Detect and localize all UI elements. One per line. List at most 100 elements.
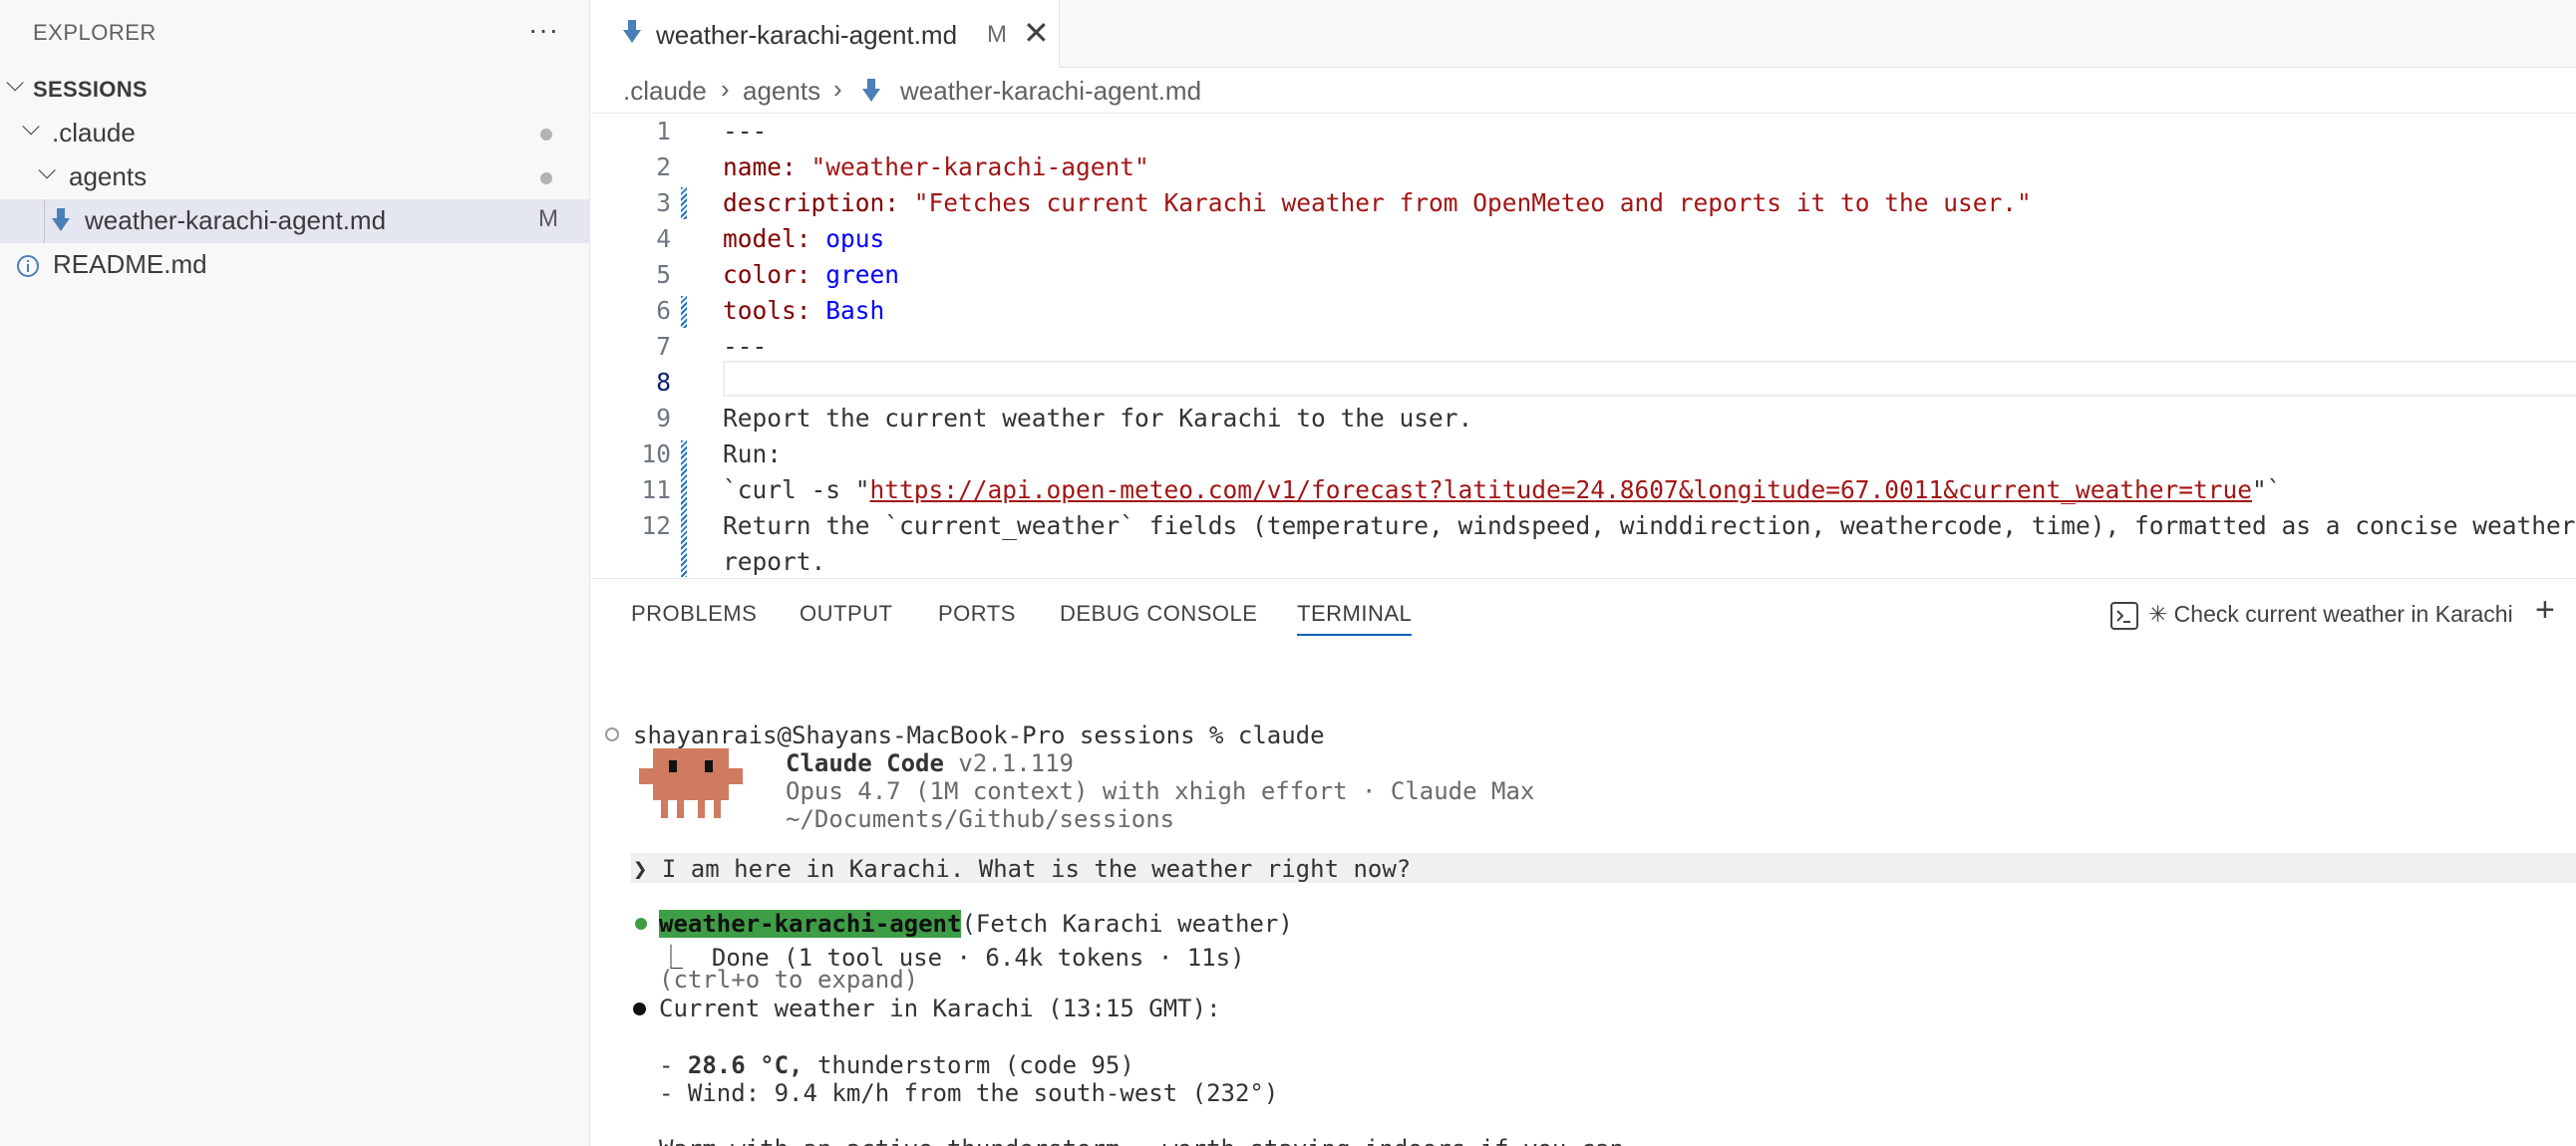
- terminal-session-title[interactable]: ✳ Check current weather in Karachi: [2148, 601, 2513, 628]
- gutter-change-marker: [681, 440, 687, 577]
- condition-text: thunderstorm (code 95): [803, 1051, 1134, 1079]
- code-line: `curl -s "https://api.open-meteo.com/v1/…: [723, 475, 2282, 504]
- current-line-highlight: [723, 361, 2576, 397]
- tab-label: weather-karachi-agent.md: [656, 20, 958, 50]
- tree-folder-claude[interactable]: ⌵ .claude: [0, 112, 590, 155]
- tree-item-label: weather-karachi-agent.md: [85, 205, 387, 235]
- line-number: 6: [656, 296, 671, 325]
- code-line: Return the `current_weather` fields (tem…: [723, 511, 2576, 540]
- tab-weather-agent[interactable]: weather-karachi-agent.md M ✕: [591, 0, 1060, 68]
- app-name: Claude Code: [786, 749, 944, 777]
- agent-invocation-line: weather-karachi-agent(Fetch Karachi weat…: [659, 910, 1293, 938]
- markdown-file-icon: [862, 79, 880, 102]
- user-prompt: ❯ I am here in Karachi. What is the weat…: [633, 855, 1412, 883]
- wind-line: - Wind: 9.4 km/h from the south-west (23…: [659, 1079, 1279, 1107]
- line-number: 3: [656, 188, 671, 217]
- line-number: 12: [641, 511, 671, 540]
- tab-output[interactable]: OUTPUT: [800, 601, 892, 627]
- gutter-change-marker: [681, 187, 687, 219]
- line-number: 7: [656, 332, 671, 361]
- temperature-value: 28.6 °C,: [687, 1051, 804, 1079]
- yaml-key: model:: [723, 224, 811, 253]
- line-number: 11: [641, 475, 671, 504]
- line-number: 10: [641, 439, 671, 468]
- working-directory: ~/Documents/Github/sessions: [786, 805, 1175, 833]
- git-modified-badge: M: [987, 21, 1007, 48]
- chevron-right-icon: ›: [721, 74, 730, 104]
- breadcrumb-item[interactable]: .claude: [623, 76, 707, 107]
- agent-task: (Fetch Karachi weather): [961, 910, 1293, 938]
- terminal-icon: [2110, 602, 2138, 630]
- code-line: description: "Fetches current Karachi we…: [723, 188, 2032, 217]
- command-status-icon: [605, 727, 619, 741]
- tree-file-readme[interactable]: README.md: [0, 243, 590, 287]
- tab-debug-console[interactable]: DEBUG CONSOLE: [1060, 601, 1257, 627]
- gutter-change-marker: [681, 296, 687, 328]
- code-line: ---: [723, 332, 768, 361]
- model-info: Opus 4.7 (1M context) with xhigh effort …: [786, 777, 1535, 805]
- code-line: Report the current weather for Karachi t…: [723, 404, 1473, 432]
- breadcrumb-item[interactable]: agents: [743, 76, 820, 107]
- more-actions-icon[interactable]: ···: [528, 14, 559, 46]
- code-url-link[interactable]: https://api.open-meteo.com/v1/forecast?l…: [870, 475, 2253, 504]
- explorer-title: EXPLORER: [33, 20, 157, 45]
- yaml-string: "weather-karachi-agent": [810, 152, 1149, 181]
- temperature-line: - 28.6 °C, thunderstorm (code 95): [659, 1051, 1134, 1079]
- tree-item-label: README.md: [53, 249, 207, 279]
- code-line-wrapped: report.: [723, 547, 826, 576]
- tab-ports[interactable]: PORTS: [938, 601, 1016, 627]
- explorer-header: EXPLORER ···: [0, 0, 590, 66]
- yaml-value: Bash: [825, 296, 885, 325]
- shell-prompt-line: shayanrais@Shayans-MacBook-Pro sessions …: [633, 721, 1325, 749]
- terminal-output[interactable]: shayanrais@Shayans-MacBook-Pro sessions …: [591, 649, 2576, 1146]
- weather-summary: Warm with an active thunderstorm — worth…: [659, 1135, 1639, 1146]
- editor-tab-bar: weather-karachi-agent.md M ✕: [591, 0, 2576, 68]
- line-number: 2: [656, 152, 671, 181]
- chevron-down-icon: ⌵: [6, 70, 25, 97]
- yaml-key: name:: [723, 152, 797, 181]
- app-version: v2.1.119: [958, 749, 1074, 777]
- line-number: 5: [656, 260, 671, 289]
- bottom-panel: PROBLEMS OUTPUT PORTS DEBUG CONSOLE TERM…: [591, 578, 2576, 1146]
- yaml-value: green: [825, 260, 900, 289]
- modified-dot-icon: [540, 172, 552, 184]
- code-line: Run:: [723, 439, 783, 468]
- tab-terminal[interactable]: TERMINAL: [1297, 601, 1413, 636]
- chevron-down-icon: ⌵: [38, 157, 57, 184]
- tree-folder-agents[interactable]: ⌵ agents: [0, 155, 590, 199]
- yaml-key: tools:: [723, 296, 811, 325]
- code-line: ---: [723, 117, 768, 145]
- breadcrumb-item[interactable]: weather-karachi-agent.md: [900, 76, 1201, 107]
- tree-item-label: .claude: [52, 118, 136, 147]
- line-number: 1: [656, 117, 671, 145]
- yaml-string: "Fetches current Karachi weather from Op…: [913, 188, 2032, 217]
- line-number: 8: [656, 368, 671, 397]
- code-editor[interactable]: 1 2 3 4 5 6 7 8 9 10 11 12 --- name: "we…: [591, 114, 2576, 577]
- tree-file-weather-agent[interactable]: weather-karachi-agent.md M: [0, 199, 590, 243]
- indent-guide: [44, 199, 45, 243]
- markdown-file-icon: [52, 208, 70, 231]
- claude-mascot-icon: [639, 748, 743, 818]
- code-line: model: opus: [723, 224, 884, 253]
- agent-name-badge: weather-karachi-agent: [659, 910, 962, 938]
- new-terminal-icon[interactable]: +: [2535, 591, 2555, 630]
- close-icon[interactable]: ✕: [1023, 14, 1050, 52]
- app-header-line: Claude Code v2.1.119: [786, 749, 1074, 777]
- yaml-key: description:: [723, 188, 900, 217]
- expand-hint: (ctrl+o to expand): [659, 966, 919, 994]
- yaml-value: opus: [825, 224, 885, 253]
- chevron-down-icon: ⌵: [22, 114, 41, 141]
- modified-dot-icon: [540, 129, 552, 141]
- tab-problems[interactable]: PROBLEMS: [631, 601, 757, 627]
- workspace-root[interactable]: ⌵ SESSIONS: [0, 68, 590, 112]
- line-number: 9: [656, 404, 671, 432]
- line-number: 4: [656, 224, 671, 253]
- tree-item-label: agents: [69, 161, 148, 191]
- chevron-right-icon: ›: [833, 74, 842, 104]
- breadcrumb: .claude › agents › weather-karachi-agent…: [591, 68, 2576, 114]
- code-text: `curl -s ": [723, 475, 870, 504]
- info-icon: [17, 255, 39, 277]
- code-line: color: green: [723, 260, 899, 289]
- markdown-file-icon: [623, 20, 641, 43]
- git-modified-badge: M: [538, 205, 558, 232]
